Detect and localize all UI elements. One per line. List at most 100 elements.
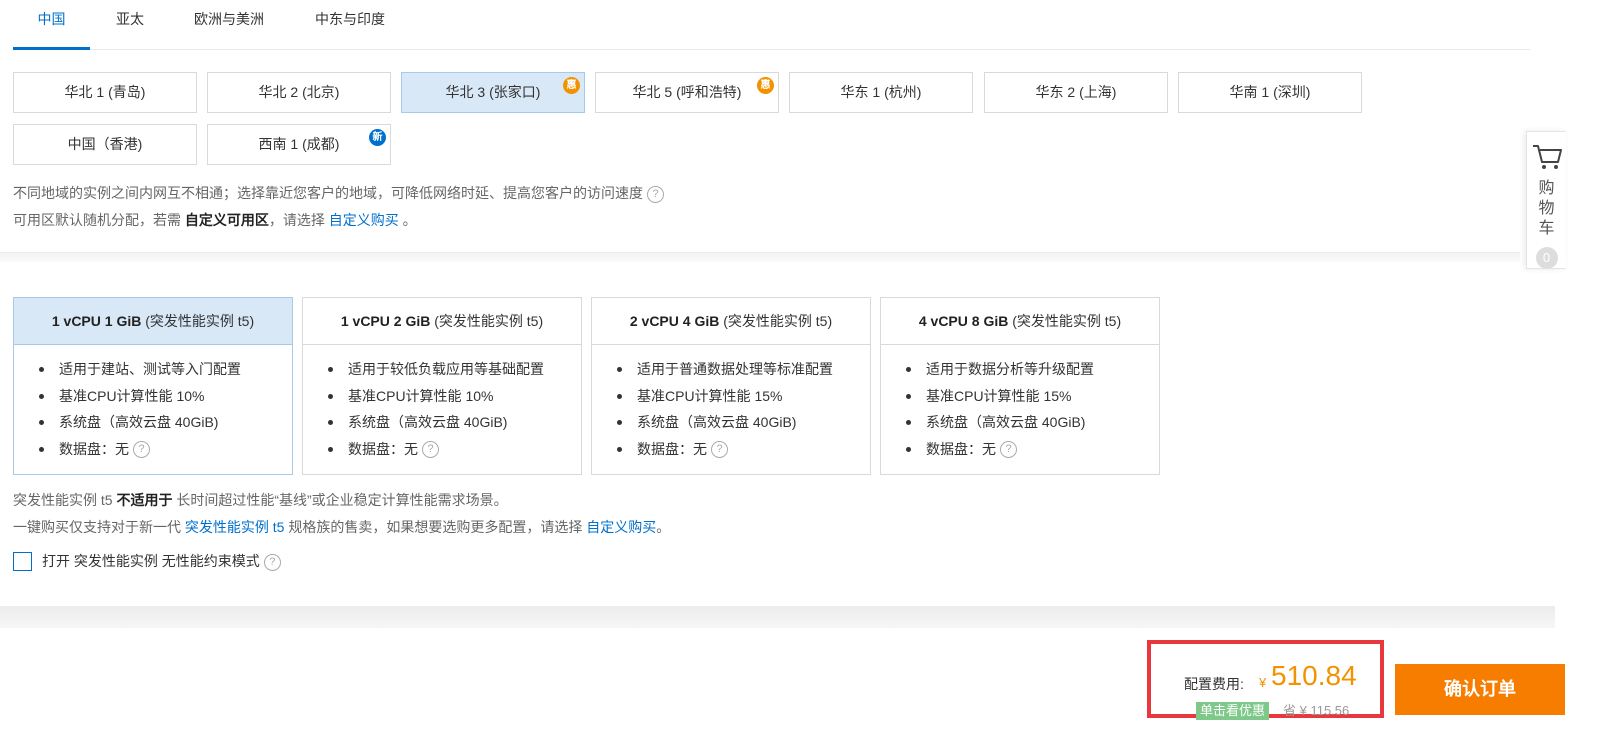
buy-note-prefix: 一键购买仅支持对于新一代 — [13, 519, 185, 535]
zone-note: 可用区默认随机分配，若需 自定义可用区，请选择 自定义购买 。 — [13, 210, 417, 230]
zone-label: 华北 3 (张家口) — [445, 84, 541, 100]
custom-purchase-link[interactable]: 自定义购买 — [586, 519, 656, 535]
t5-note-prefix: 突发性能实例 t5 — [13, 492, 117, 508]
help-icon[interactable]: ? — [647, 185, 664, 203]
feature-text: 数据盘：无 — [59, 440, 129, 457]
feature-item: 适用于建站、测试等入门配置 — [38, 357, 292, 384]
instance-card-header: 4 vCPU 8 GiB (突发性能实例 t5) — [881, 298, 1159, 345]
t5-note-suffix: 长时间超过性能“基线”或企业稳定计算性能需求场景。 — [172, 492, 508, 508]
zone-note-middle: ，请选择 — [268, 212, 329, 228]
buy-note-middle: 规格族的售卖，如果想要选购更多配置，请选择 — [284, 519, 587, 535]
custom-purchase-link[interactable]: 自定义购买 — [329, 212, 399, 228]
feature-item: 数据盘：无? — [905, 437, 1159, 464]
price-label: 配置费用: — [1184, 676, 1244, 692]
feature-item: 数据盘：无? — [616, 437, 870, 464]
feature-list: 适用于普通数据处理等标准配置 基准CPU计算性能 15% 系统盘（高效云盘 40… — [592, 345, 870, 463]
help-icon[interactable]: ? — [263, 553, 281, 571]
instance-card-header: 1 vCPU 2 GiB (突发性能实例 t5) — [303, 298, 581, 345]
section-divider — [0, 252, 1520, 262]
zone-label: 中国（香港) — [67, 136, 143, 152]
buy-note-suffix: 。 — [656, 519, 671, 535]
feature-item: 系统盘（高效云盘 40GiB) — [616, 410, 870, 437]
tab-europe-americas[interactable]: 欧洲与美洲 — [189, 0, 269, 50]
feature-item: 基准CPU计算性能 15% — [905, 384, 1159, 411]
zone-button-hangzhou[interactable]: 华东 1 (杭州) — [789, 72, 973, 113]
feature-list: 适用于数据分析等升级配置 基准CPU计算性能 15% 系统盘（高效云盘 40Gi… — [881, 345, 1159, 463]
zone-button-hongkong[interactable]: 中国（香港) — [13, 124, 197, 165]
discount-badge: 惠 — [757, 77, 774, 94]
help-icon[interactable]: ? — [133, 441, 150, 459]
instance-card-2c4g[interactable]: 2 vCPU 4 GiB (突发性能实例 t5) 适用于普通数据处理等标准配置 … — [591, 297, 871, 475]
feature-item: 适用于数据分析等升级配置 — [905, 357, 1159, 384]
section-divider — [0, 606, 1555, 628]
cart-icon — [1532, 145, 1562, 169]
cart-label-char: 物 — [1538, 200, 1555, 217]
price-currency: ¥ — [1259, 675, 1267, 690]
zone-button-zhangjiakou[interactable]: 华北 3 (张家口) 惠 — [401, 72, 585, 113]
help-icon[interactable]: ? — [422, 441, 439, 459]
instance-card-header: 1 vCPU 1 GiB (突发性能实例 t5) — [14, 298, 292, 345]
feature-text: 数据盘：无 — [348, 440, 418, 457]
t5-note-bold: 不适用于 — [116, 492, 173, 508]
zone-label: 华北 2 (北京) — [258, 84, 340, 100]
tab-asia-pacific[interactable]: 亚太 — [110, 0, 150, 50]
buy-note: 一键购买仅支持对于新一代 突发性能实例 t5 规格族的售卖，如果想要选购更多配置… — [13, 517, 670, 537]
cart-label-char: 车 — [1538, 220, 1555, 237]
instance-spec: 2 vCPU 4 GiB — [629, 313, 720, 329]
feature-item: 数据盘：无? — [38, 437, 292, 464]
unlimited-mode-label: 打开 突发性能实例 无性能约束模式? — [42, 552, 281, 571]
confirm-order-button[interactable]: 确认订单 — [1395, 664, 1565, 715]
zone-button-chengdu[interactable]: 西南 1 (成都) 新 — [207, 124, 391, 165]
feature-list: 适用于建站、测试等入门配置 基准CPU计算性能 10% 系统盘（高效云盘 40G… — [14, 345, 292, 463]
instance-spec: 1 vCPU 1 GiB — [51, 313, 142, 329]
feature-item: 系统盘（高效云盘 40GiB) — [38, 410, 292, 437]
zone-label: 华北 1 (青岛) — [64, 84, 146, 100]
zone-button-shenzhen[interactable]: 华南 1 (深圳) — [1178, 72, 1362, 113]
zone-button-beijing[interactable]: 华北 2 (北京) — [207, 72, 391, 113]
zone-label: 华东 1 (杭州) — [840, 84, 922, 100]
unlimited-mode-checkbox[interactable] — [13, 552, 32, 571]
region-tabs: 中国 亚太 欧洲与美洲 中东与印度 — [13, 0, 1530, 50]
instance-family: (突发性能实例 t5) — [719, 313, 833, 329]
instance-spec: 1 vCPU 2 GiB — [340, 313, 431, 329]
tab-china[interactable]: 中国 — [13, 0, 90, 50]
help-icon[interactable]: ? — [711, 441, 728, 459]
instance-family: (突发性能实例 t5) — [1008, 313, 1122, 329]
shopping-cart-button[interactable]: 购 物 车 0 — [1526, 131, 1566, 269]
instance-card-1c1g[interactable]: 1 vCPU 1 GiB (突发性能实例 t5) 适用于建站、测试等入门配置 基… — [13, 297, 293, 475]
feature-item: 基准CPU计算性能 10% — [38, 384, 292, 411]
zone-button-qingdao[interactable]: 华北 1 (青岛) — [13, 72, 197, 113]
feature-item: 基准CPU计算性能 15% — [616, 384, 870, 411]
feature-item: 数据盘：无? — [327, 437, 581, 464]
feature-item: 适用于普通数据处理等标准配置 — [616, 357, 870, 384]
zone-note-suffix: 。 — [398, 212, 417, 228]
zone-label: 西南 1 (成都) — [258, 136, 340, 152]
instance-family: (突发性能实例 t5) — [141, 313, 255, 329]
region-note-text: 不同地域的实例之间内网互不相通；选择靠近您客户的地域，可降低网络时延、提高您客户… — [13, 185, 643, 201]
unlimited-mode-text: 打开 突发性能实例 无性能约束模式 — [42, 553, 260, 569]
region-note: 不同地域的实例之间内网互不相通；选择靠近您客户的地域，可降低网络时延、提高您客户… — [13, 183, 664, 203]
zone-button-shanghai[interactable]: 华东 2 (上海) — [984, 72, 1168, 113]
feature-text: 数据盘：无 — [926, 440, 996, 457]
zone-button-huhehaote[interactable]: 华北 5 (呼和浩特) 惠 — [595, 72, 779, 113]
zone-note-bold: 自定义可用区 — [184, 212, 269, 228]
zone-note-prefix: 可用区默认随机分配，若需 — [13, 212, 185, 228]
instance-card-1c2g[interactable]: 1 vCPU 2 GiB (突发性能实例 t5) 适用于较低负载应用等基础配置 … — [302, 297, 582, 475]
view-discount-link[interactable]: 单击看优惠 — [1196, 702, 1270, 720]
t5-family-link[interactable]: 突发性能实例 t5 — [185, 519, 285, 535]
instance-family: (突发性能实例 t5) — [430, 313, 544, 329]
feature-list: 适用于较低负载应用等基础配置 基准CPU计算性能 10% 系统盘（高效云盘 40… — [303, 345, 581, 463]
zone-label: 华南 1 (深圳) — [1229, 84, 1311, 100]
instance-spec: 4 vCPU 8 GiB — [918, 313, 1009, 329]
price-value: 510.84 — [1271, 660, 1357, 691]
discount-badge: 惠 — [563, 77, 580, 94]
cart-label-char: 购 — [1538, 180, 1555, 197]
help-icon[interactable]: ? — [1000, 441, 1017, 459]
feature-item: 适用于较低负载应用等基础配置 — [327, 357, 581, 384]
feature-item: 系统盘（高效云盘 40GiB) — [327, 410, 581, 437]
cart-label: 购 物 车 — [1527, 179, 1566, 239]
tab-middle-east-india[interactable]: 中东与印度 — [310, 0, 390, 50]
zone-label: 华东 2 (上海) — [1035, 84, 1117, 100]
instance-card-4c8g[interactable]: 4 vCPU 8 GiB (突发性能实例 t5) 适用于数据分析等升级配置 基准… — [880, 297, 1160, 475]
new-badge: 新 — [369, 129, 386, 146]
